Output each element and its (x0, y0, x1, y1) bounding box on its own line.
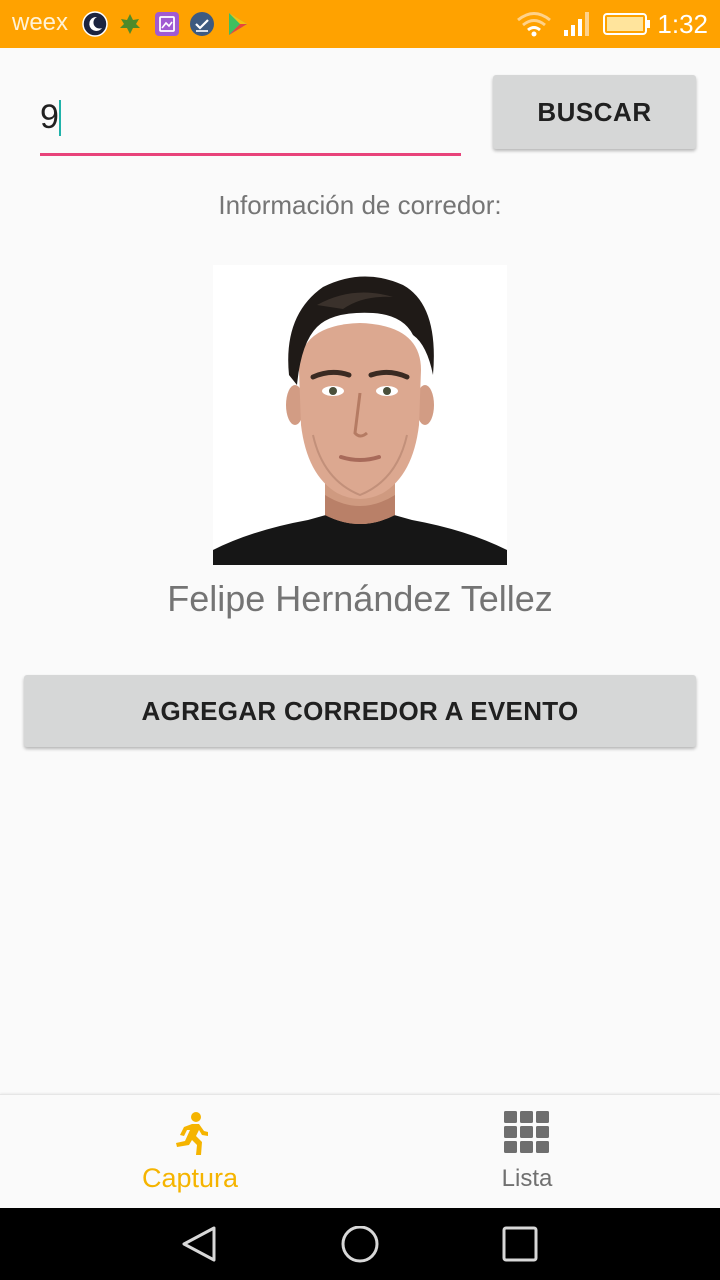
back-icon[interactable] (180, 1226, 220, 1262)
runner-info-label: Información de corredor: (218, 190, 502, 220)
carrier-label: weex (12, 9, 69, 36)
clock: 1:32 (657, 9, 708, 39)
search-button[interactable]: BUSCAR (493, 75, 696, 149)
bottom-navigation: Captura Lista (0, 1094, 720, 1209)
checklist-icon (190, 12, 214, 36)
leaf-icon (120, 14, 140, 34)
battery-icon (603, 13, 650, 35)
home-icon[interactable] (340, 1226, 380, 1266)
search-input[interactable] (40, 98, 461, 137)
recents-icon[interactable] (502, 1226, 538, 1262)
app-screen: weex 1:32 9 BUSCAR Información de corred… (0, 0, 720, 1280)
moon-icon (82, 11, 108, 37)
tab-lista[interactable]: Lista (347, 1095, 707, 1209)
grid-icon (504, 1111, 549, 1153)
system-navigation-bar (0, 1208, 720, 1280)
running-person-icon (176, 1112, 208, 1155)
search-field[interactable] (40, 88, 461, 156)
runner-name: Felipe Hernández Tellez (167, 578, 553, 619)
gallery-icon (155, 12, 179, 36)
signal-icon (564, 12, 589, 36)
runner-photo (213, 265, 507, 565)
text-cursor (59, 100, 61, 136)
play-store-icon (229, 13, 247, 35)
wifi-icon (517, 12, 551, 37)
tab-lista-label: Lista (501, 1165, 553, 1192)
tab-captura[interactable]: Captura (10, 1095, 370, 1209)
tab-captura-label: Captura (141, 1163, 239, 1193)
add-runner-to-event-button[interactable]: AGREGAR CORREDOR A EVENTO (24, 675, 696, 747)
status-bar: weex 1:32 (0, 0, 720, 48)
